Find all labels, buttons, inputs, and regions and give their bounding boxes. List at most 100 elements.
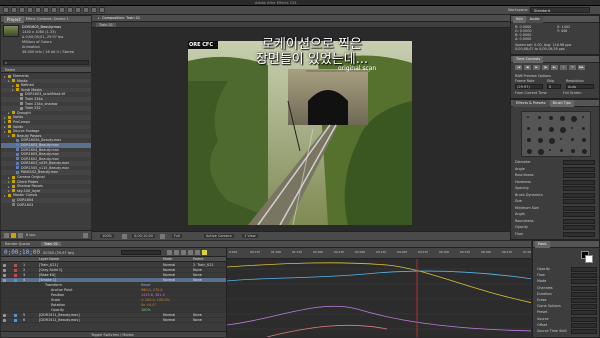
trash-icon[interactable] [83, 233, 88, 238]
next-frame-icon[interactable]: |▶ [542, 65, 549, 70]
frame-rate-dropdown[interactable]: (29.97) [515, 84, 543, 89]
label-color-swatch[interactable] [14, 314, 17, 317]
disclosure-triangle-icon[interactable]: ▸ [4, 120, 6, 124]
paint-setting-field[interactable] [571, 304, 597, 310]
parent-dropdown[interactable]: None [193, 318, 202, 323]
full-screen-checkbox[interactable]: Full Screen [563, 91, 582, 95]
ram-preview-options[interactable]: RAM Preview Options [515, 74, 551, 78]
brush-tip-preset[interactable] [549, 149, 551, 151]
brush-tip-preset[interactable] [527, 138, 531, 142]
tab-render-queue[interactable]: Render Queue [5, 242, 30, 246]
mask-tool-icon[interactable] [51, 7, 57, 13]
loop-icon[interactable]: ↻ [569, 65, 576, 70]
label-color-swatch[interactable] [14, 264, 17, 267]
brush-tip-preset[interactable] [527, 116, 529, 118]
tab-info[interactable]: Info [513, 15, 526, 23]
position-y-curve[interactable] [227, 270, 531, 282]
brush-tip-preset[interactable] [560, 149, 563, 152]
hand-tool-icon[interactable] [11, 7, 17, 13]
column-layer-name[interactable]: Layer Name [39, 257, 59, 262]
disclosure-triangle-icon[interactable]: ▸ [8, 176, 10, 180]
clone-stamp-tool-icon[interactable] [83, 7, 89, 13]
brush-tip-preset[interactable] [582, 116, 584, 118]
camera-dropdown[interactable]: Active Camera [204, 234, 234, 238]
new-folder-icon[interactable] [11, 233, 16, 238]
eye-icon[interactable] [3, 274, 6, 277]
pan-behind-tool-icon[interactable] [43, 7, 49, 13]
disclosure-triangle-icon[interactable]: ▸ [8, 180, 10, 184]
brush-setting-field[interactable] [563, 186, 595, 191]
label-color-swatch[interactable] [14, 319, 17, 322]
zoom-tool-icon[interactable] [19, 7, 25, 13]
puppet-tool-icon[interactable] [99, 7, 105, 13]
eraser-tool-icon[interactable] [91, 7, 97, 13]
disclosure-triangle-icon[interactable]: ▸ [8, 185, 10, 189]
tab-train-01[interactable]: Train 01 [96, 23, 116, 27]
disclosure-triangle-icon[interactable]: ▸ [4, 116, 6, 120]
current-time-display[interactable]: 0;00;10;00 [132, 234, 156, 238]
brush-setting-field[interactable] [563, 173, 595, 178]
brush-tip-preset[interactable] [538, 138, 543, 143]
brush-setting-field[interactable] [563, 192, 595, 198]
disclosure-triangle-icon[interactable]: ▸ [12, 88, 14, 92]
brush-setting-field[interactable] [563, 179, 595, 185]
draft-3d-icon[interactable] [174, 250, 179, 255]
tab-project[interactable]: Project [4, 15, 24, 23]
brush-tip-preset[interactable] [571, 138, 574, 141]
tab-timeline-train-01[interactable]: Train 01 [41, 242, 61, 246]
magnification-dropdown[interactable]: 100% [100, 234, 115, 238]
brush-tip-preset[interactable] [538, 116, 541, 119]
brush-tip-preset[interactable] [560, 138, 562, 140]
eye-icon[interactable] [3, 314, 6, 317]
paint-setting-field[interactable] [571, 316, 597, 322]
eye-icon[interactable] [3, 264, 6, 267]
brush-tip-preset[interactable] [582, 127, 585, 130]
brush-tip-preset[interactable] [582, 138, 586, 142]
brush-setting-field[interactable] [563, 205, 595, 211]
column-name[interactable]: Name [5, 68, 15, 72]
paint-setting-field[interactable] [571, 291, 597, 297]
disclosure-triangle-icon[interactable]: ▸ [4, 125, 6, 129]
blend-mode-dropdown[interactable]: Normal [163, 318, 175, 323]
label-color-swatch[interactable] [14, 279, 17, 282]
prev-frame-icon[interactable]: ◀| [524, 65, 531, 70]
first-frame-icon[interactable]: |◀ [515, 65, 522, 70]
brush-tip-grid[interactable] [521, 111, 591, 157]
brush-tip-preset[interactable] [538, 149, 544, 155]
timeline-search-input[interactable] [121, 250, 161, 255]
motion-blur-icon[interactable] [195, 250, 200, 255]
last-frame-icon[interactable]: ▶| [551, 65, 558, 70]
brush-tip-preset[interactable] [560, 127, 566, 133]
brush-tip-preset[interactable] [527, 149, 532, 154]
comp-mini-flowchart-icon[interactable] [167, 250, 172, 255]
layer-name[interactable]: [DOR1511_Beauty.mov] [39, 318, 80, 323]
eye-icon[interactable] [3, 319, 6, 322]
disclosure-triangle-icon[interactable]: ▸ [8, 79, 10, 83]
audio-icon[interactable]: ♪ [560, 65, 567, 70]
brush-setting-field[interactable] [563, 212, 595, 217]
brush-tip-preset[interactable] [571, 116, 577, 122]
brush-tip-preset[interactable] [538, 127, 542, 131]
label-color-swatch[interactable] [14, 274, 17, 277]
paint-setting-field[interactable] [571, 329, 597, 334]
disclosure-triangle-icon[interactable]: ▸ [8, 111, 10, 115]
shy-layers-icon[interactable] [181, 250, 186, 255]
pen-tool-icon[interactable] [59, 7, 65, 13]
brush-tip-preset[interactable] [571, 149, 575, 153]
new-comp-icon[interactable] [18, 233, 23, 238]
disclosure-triangle-icon[interactable]: ▸ [4, 75, 6, 79]
frame-blending-icon[interactable] [188, 250, 193, 255]
paint-setting-field[interactable] [571, 322, 597, 328]
disclosure-triangle-icon[interactable]: ▸ [8, 189, 10, 193]
brush-setting-field[interactable] [563, 218, 595, 224]
paint-setting-field[interactable] [571, 279, 597, 285]
brush-tip-preset[interactable] [527, 127, 530, 130]
graph-editor[interactable]: 0:00f 00:15f 01:00f 01:15f 02:00f 02:15f 03:00… [227, 248, 531, 337]
brush-tip-preset[interactable] [582, 149, 587, 154]
bit-depth-button[interactable]: 8 bpc [26, 233, 36, 237]
project-column-header[interactable]: Name [1, 67, 91, 73]
disclosure-triangle-icon[interactable]: ▸ [12, 84, 14, 88]
selection-tool-icon[interactable] [3, 7, 9, 13]
brush-tip-preset[interactable] [549, 138, 555, 144]
camera-tool-icon[interactable] [35, 7, 41, 13]
